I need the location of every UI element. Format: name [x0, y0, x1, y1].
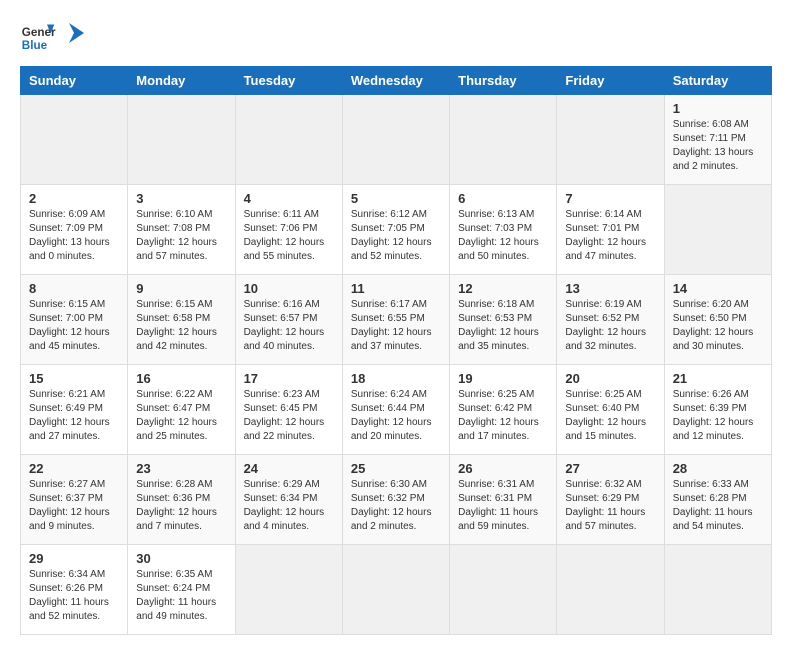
empty-cell — [557, 545, 664, 635]
logo-icon: General Blue — [20, 20, 56, 56]
empty-cell — [450, 545, 557, 635]
day-cell-5: 5Sunrise: 6:12 AMSunset: 7:05 PMDaylight… — [342, 185, 449, 275]
day-cell-19: 19Sunrise: 6:25 AMSunset: 6:42 PMDayligh… — [450, 365, 557, 455]
day-header-wednesday: Wednesday — [342, 67, 449, 95]
day-header-thursday: Thursday — [450, 67, 557, 95]
day-cell-6: 6Sunrise: 6:13 AMSunset: 7:03 PMDaylight… — [450, 185, 557, 275]
empty-cell — [450, 95, 557, 185]
day-cell-24: 24Sunrise: 6:29 AMSunset: 6:34 PMDayligh… — [235, 455, 342, 545]
day-cell-25: 25Sunrise: 6:30 AMSunset: 6:32 PMDayligh… — [342, 455, 449, 545]
day-cell-10: 10Sunrise: 6:16 AMSunset: 6:57 PMDayligh… — [235, 275, 342, 365]
empty-cell — [235, 95, 342, 185]
empty-cell — [128, 95, 235, 185]
day-cell-22: 22Sunrise: 6:27 AMSunset: 6:37 PMDayligh… — [21, 455, 128, 545]
day-cell-15: 15Sunrise: 6:21 AMSunset: 6:49 PMDayligh… — [21, 365, 128, 455]
logo: General Blue — [20, 20, 84, 56]
day-cell-4: 4Sunrise: 6:11 AMSunset: 7:06 PMDaylight… — [235, 185, 342, 275]
day-cell-28: 28Sunrise: 6:33 AMSunset: 6:28 PMDayligh… — [664, 455, 771, 545]
day-cell-21: 21Sunrise: 6:26 AMSunset: 6:39 PMDayligh… — [664, 365, 771, 455]
day-cell-29: 29Sunrise: 6:34 AMSunset: 6:26 PMDayligh… — [21, 545, 128, 635]
day-cell-17: 17Sunrise: 6:23 AMSunset: 6:45 PMDayligh… — [235, 365, 342, 455]
calendar-table: SundayMondayTuesdayWednesdayThursdayFrid… — [20, 66, 772, 635]
day-cell-14: 14Sunrise: 6:20 AMSunset: 6:50 PMDayligh… — [664, 275, 771, 365]
empty-cell — [557, 95, 664, 185]
day-header-sunday: Sunday — [21, 67, 128, 95]
page-header: General Blue — [20, 20, 772, 56]
day-cell-27: 27Sunrise: 6:32 AMSunset: 6:29 PMDayligh… — [557, 455, 664, 545]
day-header-friday: Friday — [557, 67, 664, 95]
logo-arrow-icon — [64, 23, 84, 53]
day-header-saturday: Saturday — [664, 67, 771, 95]
day-cell-2: 2Sunrise: 6:09 AMSunset: 7:09 PMDaylight… — [21, 185, 128, 275]
day-cell-8: 8Sunrise: 6:15 AMSunset: 7:00 PMDaylight… — [21, 275, 128, 365]
empty-cell — [21, 95, 128, 185]
day-cell-20: 20Sunrise: 6:25 AMSunset: 6:40 PMDayligh… — [557, 365, 664, 455]
svg-text:Blue: Blue — [22, 39, 48, 52]
empty-cell — [235, 545, 342, 635]
empty-cell — [664, 185, 771, 275]
empty-cell — [664, 545, 771, 635]
empty-cell — [342, 545, 449, 635]
day-header-monday: Monday — [128, 67, 235, 95]
day-cell-7: 7Sunrise: 6:14 AMSunset: 7:01 PMDaylight… — [557, 185, 664, 275]
day-cell-26: 26Sunrise: 6:31 AMSunset: 6:31 PMDayligh… — [450, 455, 557, 545]
empty-cell — [342, 95, 449, 185]
day-cell-12: 12Sunrise: 6:18 AMSunset: 6:53 PMDayligh… — [450, 275, 557, 365]
day-cell-30: 30Sunrise: 6:35 AMSunset: 6:24 PMDayligh… — [128, 545, 235, 635]
day-cell-1: 1Sunrise: 6:08 AMSunset: 7:11 PMDaylight… — [664, 95, 771, 185]
day-cell-16: 16Sunrise: 6:22 AMSunset: 6:47 PMDayligh… — [128, 365, 235, 455]
day-header-tuesday: Tuesday — [235, 67, 342, 95]
day-cell-3: 3Sunrise: 6:10 AMSunset: 7:08 PMDaylight… — [128, 185, 235, 275]
day-cell-23: 23Sunrise: 6:28 AMSunset: 6:36 PMDayligh… — [128, 455, 235, 545]
day-cell-11: 11Sunrise: 6:17 AMSunset: 6:55 PMDayligh… — [342, 275, 449, 365]
day-cell-13: 13Sunrise: 6:19 AMSunset: 6:52 PMDayligh… — [557, 275, 664, 365]
day-cell-18: 18Sunrise: 6:24 AMSunset: 6:44 PMDayligh… — [342, 365, 449, 455]
day-cell-9: 9Sunrise: 6:15 AMSunset: 6:58 PMDaylight… — [128, 275, 235, 365]
